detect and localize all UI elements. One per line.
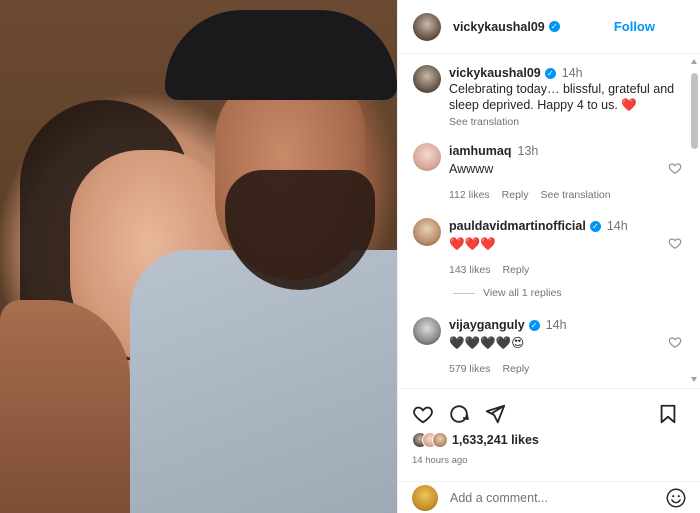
comment-time: 13h — [517, 144, 539, 158]
heart-icon[interactable] — [412, 403, 434, 425]
author-avatar[interactable] — [413, 12, 441, 41]
comment-item: vijayganguly ✓ 14h 🖤🖤🖤🖤😍 579 likes Reply — [413, 317, 690, 377]
photo-subject-cap — [165, 10, 397, 100]
commenter-avatar[interactable] — [413, 143, 441, 171]
photo-subject-arm — [0, 300, 130, 513]
likes-count[interactable]: 1,633,241 likes — [452, 433, 539, 447]
comment-text: ❤️❤️❤️ — [449, 237, 496, 251]
comment-time: 14h — [606, 219, 628, 233]
scrollbar-thumb[interactable] — [691, 73, 698, 149]
comment-time: 14h — [545, 318, 567, 332]
post-header: vickykaushal09 ✓ Follow — [398, 0, 700, 54]
verified-badge-icon: ✓ — [589, 221, 601, 233]
comment-text: 🖤🖤🖤🖤😍 — [449, 336, 525, 350]
post-actions: 1,633,241 likes 14 hours ago Add a comme… — [398, 388, 700, 513]
commenter-username[interactable]: iamhumaq — [449, 144, 512, 158]
liker-avatar — [432, 432, 448, 448]
commenter-avatar[interactable] — [413, 317, 441, 345]
comments-list[interactable]: vickykaushal09 ✓ 14h Celebrating today… bl… — [398, 55, 690, 388]
scroll-up-arrow-icon[interactable] — [691, 59, 697, 64]
post-timestamp[interactable]: 14 hours ago — [412, 455, 467, 466]
bookmark-icon[interactable] — [657, 403, 679, 425]
view-replies-divider — [453, 292, 475, 294]
heart-outline-icon[interactable] — [668, 335, 682, 349]
caption-heart-emoji: ❤️ — [621, 98, 637, 112]
likers-avatars — [412, 432, 448, 448]
action-icons — [412, 403, 506, 425]
commenter-username[interactable]: vijayganguly — [449, 318, 525, 332]
caption-avatar[interactable] — [413, 65, 441, 93]
current-user-avatar — [412, 485, 438, 511]
comment-see-translation[interactable]: See translation — [541, 187, 611, 203]
comment-item: pauldavidmartinofficial ✓ 14h ❤️❤️❤️ 143 l… — [413, 218, 690, 278]
scroll-down-arrow-icon[interactable] — [691, 377, 697, 382]
comment-likes[interactable]: 579 likes — [449, 361, 490, 377]
likes-summary[interactable]: 1,633,241 likes — [412, 432, 539, 448]
comment-item: iamhumaq 13h Awwww 112 likes Reply See tr… — [413, 143, 690, 203]
verified-badge-icon: ✓ — [528, 320, 540, 332]
comment-icon[interactable] — [448, 403, 470, 425]
comment-reply-button[interactable]: Reply — [502, 187, 529, 203]
caption-time: 14h — [561, 66, 583, 80]
comment-reply-button[interactable]: Reply — [502, 262, 529, 278]
comments-scrollbar[interactable] — [689, 55, 700, 388]
caption-text: Celebrating today… blissful, grateful an… — [449, 82, 675, 112]
send-icon[interactable] — [484, 403, 506, 425]
caption-username[interactable]: vickykaushal09 — [449, 66, 541, 80]
post-photo[interactable] — [0, 0, 397, 513]
comment-reply-button[interactable]: Reply — [502, 361, 529, 377]
commenter-username[interactable]: pauldavidmartinofficial — [449, 219, 586, 233]
emoji-icon[interactable] — [665, 487, 687, 509]
author-username[interactable]: vickykaushal09 — [453, 20, 545, 34]
post-caption: vickykaushal09 ✓ 14h Celebrating today… bl… — [413, 65, 690, 130]
verified-badge-icon: ✓ — [544, 68, 556, 80]
view-replies-link[interactable]: View all 1 replies — [453, 287, 562, 299]
view-replies-label[interactable]: View all 1 replies — [483, 287, 562, 299]
verified-badge-icon: ✓ — [548, 21, 560, 32]
add-comment-input[interactable]: Add a comment... — [450, 491, 665, 505]
post-details-panel: vickykaushal09 ✓ Follow vickykaushal09 ✓ 1… — [397, 0, 700, 513]
follow-button[interactable]: Follow — [614, 19, 655, 34]
photo-subject-shirt — [130, 250, 397, 513]
comment-likes[interactable]: 112 likes — [449, 187, 490, 203]
see-translation-link[interactable]: See translation — [449, 114, 690, 130]
heart-outline-icon[interactable] — [668, 161, 682, 175]
add-comment-bar: Add a comment... — [398, 481, 700, 513]
heart-outline-icon[interactable] — [668, 236, 682, 250]
commenter-avatar[interactable] — [413, 218, 441, 246]
comment-text: Awwww — [449, 162, 494, 176]
comment-likes[interactable]: 143 likes — [449, 262, 490, 278]
